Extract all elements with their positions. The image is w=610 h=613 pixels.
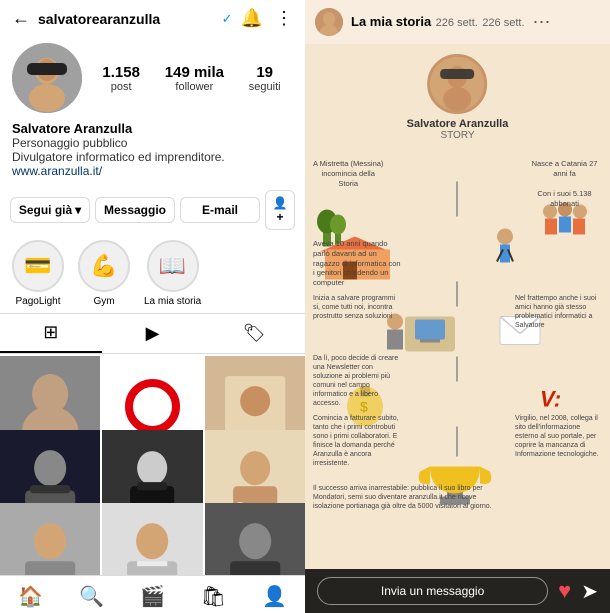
highlight-circle-pagolight: 💳 bbox=[12, 240, 64, 292]
story-time: 226 sett. bbox=[436, 17, 478, 29]
highlight-pagolight[interactable]: 💳 PagoLight bbox=[12, 240, 64, 307]
story-more-icon[interactable]: ⋯ bbox=[533, 12, 551, 33]
highlight-label-pagolight: PagoLight bbox=[15, 296, 60, 307]
stat-post[interactable]: 1.158 post bbox=[102, 64, 140, 93]
back-button[interactable]: ← bbox=[12, 8, 30, 29]
stats-row: 1.158 post 149 mila follower 19 seguiti bbox=[90, 64, 293, 93]
tab-reel[interactable]: ▶ bbox=[102, 314, 204, 353]
story-block-5: Aveva 10 anni quando parlò davanti ad un… bbox=[313, 239, 403, 288]
profile-info: 1.158 post 149 mila follower 19 seguiti bbox=[0, 37, 305, 121]
highlight-circle-gym: 💪 bbox=[78, 240, 130, 292]
person-subtitle: STORY bbox=[407, 130, 509, 141]
person-add-button[interactable]: 👤+ bbox=[265, 190, 295, 230]
story-message-button[interactable]: Invia un messaggio bbox=[317, 577, 548, 605]
notification-icon[interactable]: 🔔 bbox=[241, 8, 263, 29]
highlight-label-gym: Gym bbox=[93, 296, 114, 307]
verified-badge: ✓ bbox=[222, 11, 233, 27]
message-button[interactable]: Messaggio bbox=[95, 197, 175, 223]
grid-cell-7[interactable] bbox=[0, 503, 100, 575]
highlight-circle-storia: 📖 bbox=[147, 240, 199, 292]
bio-tag: Personaggio pubblico bbox=[12, 136, 293, 150]
follower-label: follower bbox=[175, 81, 213, 93]
story-block-6: Inizia a salvare programmi si, come tutt… bbox=[313, 294, 403, 321]
story-header: La mia storia 226 sett. 226 sett. ⋯ bbox=[305, 0, 610, 44]
tab-tag[interactable]: 🏷 bbox=[203, 314, 305, 353]
highlights: 💳 PagoLight 💪 Gym 📖 La mia storia bbox=[0, 234, 305, 313]
username-text: salvatorearanzulla bbox=[38, 11, 214, 27]
avatar bbox=[12, 43, 82, 113]
stat-seguiti[interactable]: 19 seguiti bbox=[249, 64, 281, 93]
grid-cell-8[interactable] bbox=[102, 503, 202, 575]
story-block-8: Da lì, poco decide di creare una Newslet… bbox=[313, 354, 403, 409]
story-infographic: Salvatore Aranzulla STORY bbox=[305, 44, 610, 569]
person-name: Salvatore Aranzulla bbox=[407, 118, 509, 130]
left-panel: ← salvatorearanzulla ✓ 🔔 ⋮ 1.158 p bbox=[0, 0, 305, 613]
story-send-button[interactable]: ➤ bbox=[581, 579, 598, 604]
story-block-3: Con i suoi 5.138 abbonati bbox=[527, 189, 602, 209]
bio-name: Salvatore Aranzulla bbox=[12, 121, 293, 136]
email-button[interactable]: E-mail bbox=[180, 197, 260, 223]
tab-bar: ⊞ ▶ 🏷 bbox=[0, 313, 305, 354]
story-block-10: Virgilio, nel 2008, collega il sito dell… bbox=[515, 414, 605, 459]
post-label: post bbox=[111, 81, 132, 93]
grid-cell-9[interactable] bbox=[205, 503, 305, 575]
nav-profile[interactable]: 👤 bbox=[244, 584, 305, 609]
story-person: Salvatore Aranzulla STORY bbox=[407, 54, 509, 141]
bottom-nav: 🏠 🔍 🎬 🛍 👤 bbox=[0, 575, 305, 613]
person-avatar bbox=[428, 54, 488, 114]
seguiti-label: seguiti bbox=[249, 81, 281, 93]
story-title-group: La mia storia 226 sett. 226 sett. bbox=[351, 13, 525, 31]
tab-grid[interactable]: ⊞ bbox=[0, 314, 102, 353]
seguiti-value: 19 bbox=[256, 64, 273, 81]
bio-desc: Divulgatore informatico ed imprenditore. bbox=[12, 150, 293, 164]
highlight-storia[interactable]: 📖 La mia storia bbox=[144, 240, 201, 307]
follower-value: 149 mila bbox=[165, 64, 224, 81]
story-block-7: Nel frattempo anche i suoi amici hanno g… bbox=[515, 294, 605, 330]
svg-text:V:: V: bbox=[540, 387, 561, 412]
right-panel: La mia storia 226 sett. 226 sett. ⋯ Salv… bbox=[305, 0, 610, 613]
highlight-label-storia: La mia storia bbox=[144, 296, 201, 307]
photo-grid bbox=[0, 356, 305, 575]
follow-button[interactable]: Segui già ▾ bbox=[10, 197, 90, 223]
story-footer: Invia un messaggio ♥ ➤ bbox=[305, 569, 610, 613]
story-heart-button[interactable]: ♥ bbox=[558, 578, 571, 604]
stat-follower[interactable]: 149 mila follower bbox=[165, 64, 224, 93]
profile-header: ← salvatorearanzulla ✓ 🔔 ⋮ bbox=[0, 0, 305, 37]
story-block-11: Il successo arriva inarrestabile: pubbli… bbox=[313, 484, 503, 511]
nav-shop[interactable]: 🛍 bbox=[183, 584, 244, 609]
story-avatar bbox=[315, 8, 343, 36]
story-block-2: Nasce a Catania 27 anni fa bbox=[527, 159, 602, 179]
reel-icon: ▶ bbox=[146, 323, 160, 344]
story-time-label: 226 sett. bbox=[482, 17, 524, 29]
avatar-face bbox=[12, 43, 82, 113]
bio-section: Salvatore Aranzulla Personaggio pubblico… bbox=[0, 121, 305, 186]
story-content: Salvatore Aranzulla STORY bbox=[305, 44, 610, 569]
nav-home[interactable]: 🏠 bbox=[0, 584, 61, 609]
nav-reel[interactable]: 🎬 bbox=[122, 584, 183, 609]
grid-icon: ⊞ bbox=[43, 322, 58, 343]
action-buttons: Segui già ▾ Messaggio E-mail 👤+ bbox=[0, 186, 305, 234]
more-icon[interactable]: ⋮ bbox=[275, 8, 293, 29]
red-circle bbox=[125, 379, 180, 434]
post-value: 1.158 bbox=[102, 64, 140, 81]
bio-link[interactable]: www.aranzulla.it/ bbox=[12, 164, 293, 178]
story-title: La mia storia bbox=[351, 14, 431, 29]
highlight-gym[interactable]: 💪 Gym bbox=[78, 240, 130, 307]
story-block-9: Comincia a fatturare subito, tanto che i… bbox=[313, 414, 403, 469]
story-block-1: A Mistretta (Messina)incomincia dellaSto… bbox=[313, 159, 383, 188]
nav-search[interactable]: 🔍 bbox=[61, 584, 122, 609]
header-icons: 🔔 ⋮ bbox=[241, 8, 293, 29]
tag-icon: 🏷 bbox=[243, 323, 266, 344]
